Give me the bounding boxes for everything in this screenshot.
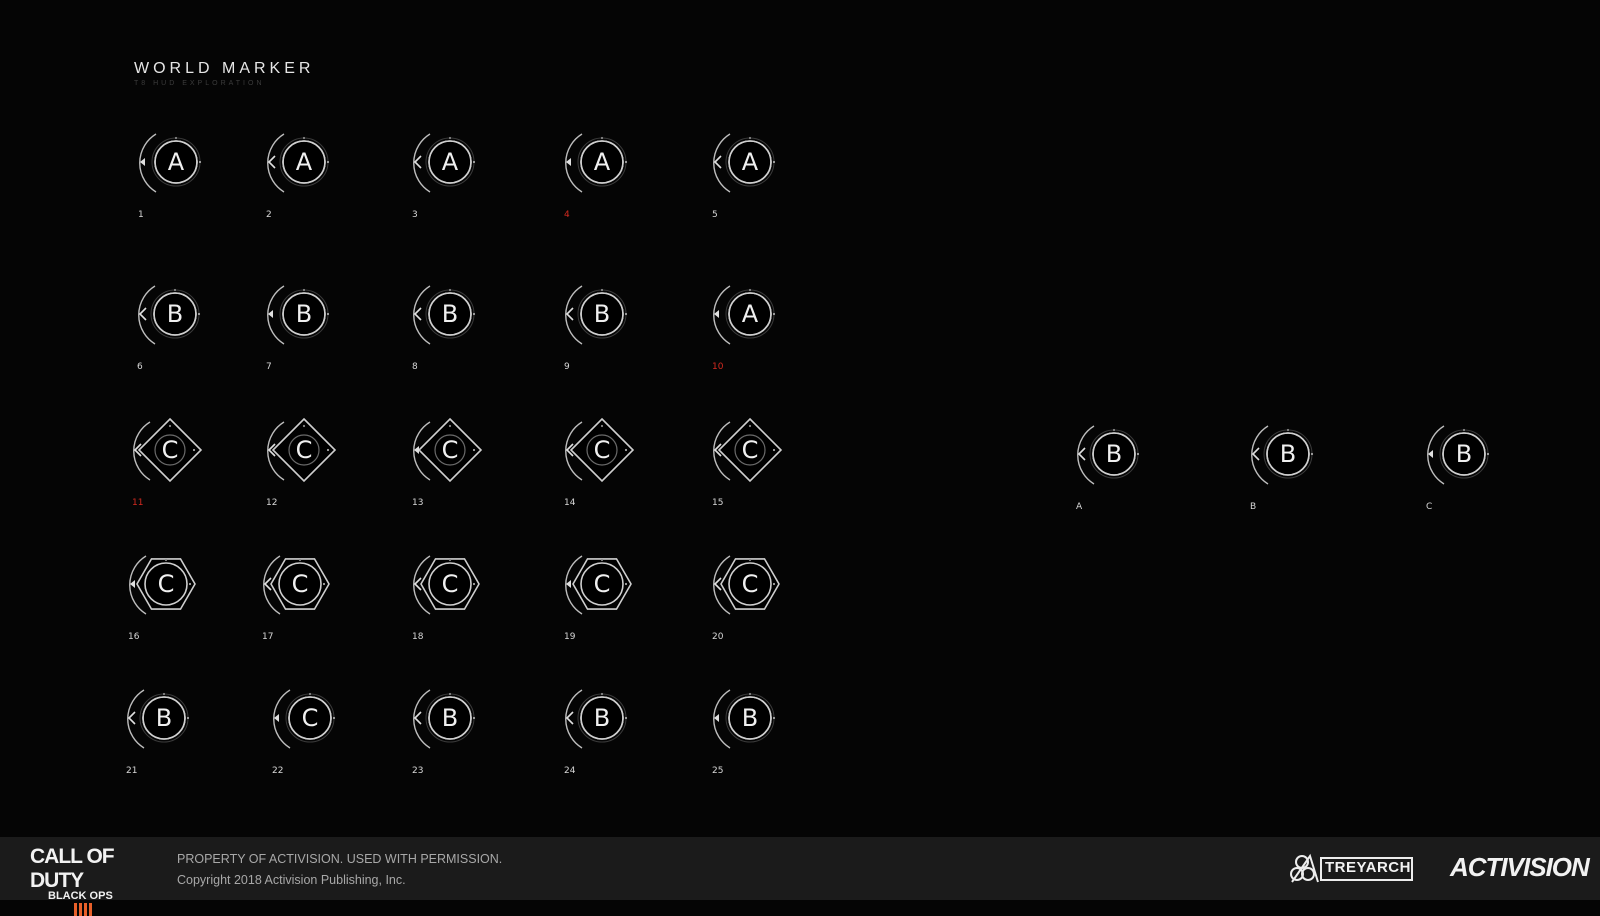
world-marker-18: C 18 [412,555,512,662]
marker-number-label: 7 [266,362,272,372]
cod-logo-bars [74,903,155,916]
marker-letter: C [593,436,611,464]
marker-letter: C [157,570,175,598]
world-marker-A: BA [1076,425,1176,532]
legal-line-2: Copyright 2018 Activision Publishing, In… [177,873,406,887]
marker-number-label: 21 [126,766,138,776]
marker-letter: C [291,570,309,598]
marker-letter: B [741,704,759,732]
marker-number-label: 16 [128,632,140,642]
world-marker-9: B9 [564,285,664,392]
world-marker-8: B8 [412,285,512,392]
world-marker-10: A 10 [712,285,812,392]
world-marker-C: BC [1426,425,1526,532]
marker-letter: C [741,436,759,464]
world-marker-21: B 21 [126,689,226,796]
marker-letter: B [1455,440,1473,468]
footer: CALL OF DUTY BLACK OPS PROPERTY OF ACTIV… [0,837,1600,916]
world-marker-24: B 24 [564,689,664,796]
marker-letter: B [295,300,313,328]
legal-text: PROPERTY OF ACTIVISION. USED WITH PERMIS… [177,849,502,891]
world-marker-5: A5 [712,133,812,240]
activision-logo: ACTIVISION [1450,852,1590,882]
cod-logo: CALL OF DUTY BLACK OPS [30,845,155,916]
marker-number-label: A [1076,502,1083,512]
treyarch-wordmark: TREYARCH [1325,859,1411,876]
world-marker-14: C 14 [564,417,664,528]
world-marker-19: C 19 [564,555,664,662]
marker-letter: B [166,300,184,328]
marker-letter: B [593,300,611,328]
world-marker-B: BB [1250,425,1350,532]
marker-number-label: 14 [564,498,576,508]
marker-letter: C [593,570,611,598]
marker-letter: C [161,436,179,464]
marker-letter: C [441,436,459,464]
marker-letter: A [593,148,611,176]
marker-number-label: 22 [272,766,284,776]
marker-number-label: 2 [266,210,272,220]
marker-letter: B [155,704,173,732]
marker-letter: C [295,436,313,464]
marker-letter: B [593,704,611,732]
world-marker-11: C 11 [132,417,232,528]
marker-letter: A [741,300,759,328]
marker-number-label: 8 [412,362,418,372]
marker-number-label: 19 [564,632,576,642]
treyarch-logo: TREYARCH [1290,852,1413,885]
marker-number-label: 9 [564,362,570,372]
world-marker-23: B 23 [412,689,512,796]
marker-number-label: 23 [412,766,424,776]
world-marker-3: A3 [412,133,512,240]
legal-line-1: PROPERTY OF ACTIVISION. USED WITH PERMIS… [177,852,503,866]
marker-number-label: 24 [564,766,576,776]
marker-number-label: 18 [412,632,424,642]
marker-number-label: 11 [132,498,144,508]
marker-letter: B [441,300,459,328]
marker-number-label: 25 [712,766,724,776]
marker-number-label: 17 [262,632,274,642]
marker-number-label: 15 [712,498,724,508]
marker-number-label: C [1426,502,1433,512]
marker-number-label: 4 [564,210,570,220]
world-marker-1: A1 [138,133,238,240]
cod-logo-title: CALL OF DUTY [30,845,115,892]
world-marker-12: C 12 [266,417,366,528]
world-marker-25: B 25 [712,689,812,796]
page-subtitle: T8 HUD EXPLORATION [134,80,265,87]
marker-number-label: B [1250,502,1257,512]
marker-letter: C [741,570,759,598]
world-marker-4: A4 [564,133,664,240]
marker-letter: A [741,148,759,176]
treyarch-emblem-icon [1290,853,1319,883]
marker-letter: A [167,148,185,176]
world-marker-2: A2 [266,133,366,240]
marker-letter: A [441,148,459,176]
world-marker-22: C 22 [272,689,372,796]
marker-letter: C [441,570,459,598]
marker-number-label: 5 [712,210,718,220]
page-title: WORLD MARKER [134,60,315,77]
marker-letter: B [1105,440,1123,468]
world-marker-13: C 13 [412,417,512,528]
marker-letter: B [441,704,459,732]
marker-number-label: 13 [412,498,424,508]
marker-letter: B [1279,440,1297,468]
world-marker-7: B7 [266,285,366,392]
title-block: WORLD MARKER T8 HUD EXPLORATION [134,60,314,87]
marker-number-label: 12 [266,498,278,508]
world-marker-15: C 15 [712,417,812,528]
marker-letter: C [301,704,319,732]
marker-number-label: 6 [137,362,143,372]
marker-number-label: 3 [412,210,418,220]
world-marker-6: B6 [137,285,237,392]
world-marker-20: C 20 [712,555,812,662]
world-marker-17: C 17 [262,555,362,662]
world-marker-16: C 16 [128,555,228,662]
cod-logo-subtitle: BLACK OPS [48,890,113,902]
marker-number-label: 20 [712,632,724,642]
marker-number-label: 1 [138,210,144,220]
marker-letter: A [295,148,313,176]
marker-number-label: 10 [712,362,724,372]
